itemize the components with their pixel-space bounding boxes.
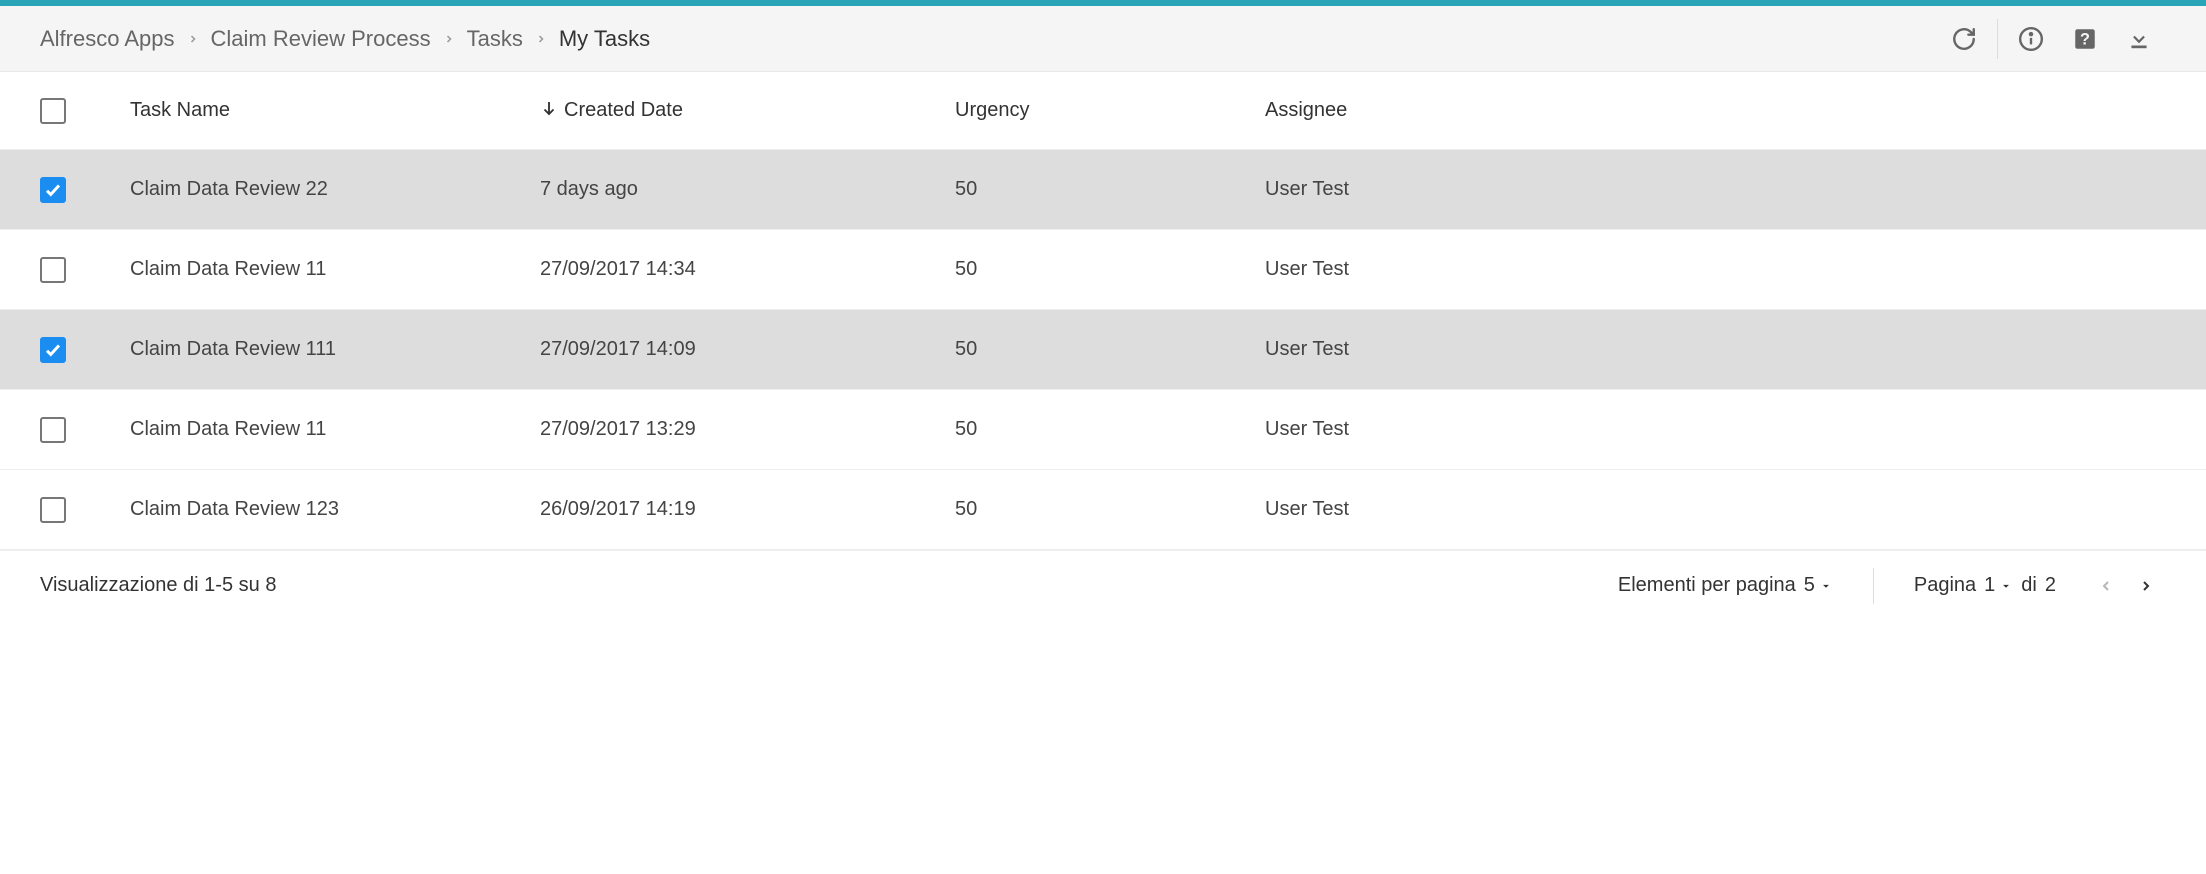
cell-assignee: User Test <box>1265 258 2166 281</box>
header: Alfresco Apps Claim Review Process Tasks… <box>0 6 2206 72</box>
pagination-controls: Elementi per pagina 5 Pagina 1 di 2 <box>1618 566 2166 606</box>
cell-urgency: 50 <box>955 498 1265 521</box>
items-per-page-label: Elementi per pagina <box>1618 574 1796 597</box>
next-page-button[interactable] <box>2126 566 2166 606</box>
cell-task-name: Claim Data Review 22 <box>130 178 540 201</box>
cell-created-date: 27/09/2017 14:34 <box>540 258 955 281</box>
row-checkbox[interactable] <box>40 177 66 203</box>
info-button[interactable] <box>2004 12 2058 66</box>
table-row[interactable]: Claim Data Review 22 7 days ago 50 User … <box>0 150 2206 230</box>
row-checkbox[interactable] <box>40 257 66 283</box>
cell-created-date: 7 days ago <box>540 178 955 201</box>
cell-urgency: 50 <box>955 418 1265 441</box>
items-per-page-value: 5 <box>1804 574 1815 597</box>
help-button[interactable]: ? <box>2058 12 2112 66</box>
caret-down-icon <box>1999 579 2013 593</box>
row-checkbox[interactable] <box>40 417 66 443</box>
breadcrumb-my-tasks: My Tasks <box>559 26 650 52</box>
cell-task-name: Claim Data Review 123 <box>130 498 540 521</box>
cell-assignee: User Test <box>1265 498 2166 521</box>
column-urgency[interactable]: Urgency <box>955 99 1265 122</box>
select-all-checkbox[interactable] <box>40 98 66 124</box>
tasks-table: Task Name Created Date Urgency Assignee … <box>0 72 2206 550</box>
cell-created-date: 27/09/2017 14:09 <box>540 338 955 361</box>
breadcrumb: Alfresco Apps Claim Review Process Tasks… <box>40 26 650 52</box>
divider <box>1997 19 1998 59</box>
table-header: Task Name Created Date Urgency Assignee <box>0 72 2206 150</box>
page-label: Pagina <box>1914 574 1976 597</box>
pagination-summary: Visualizzazione di 1-5 su 8 <box>40 574 276 597</box>
chevron-right-icon <box>535 33 547 45</box>
column-assignee[interactable]: Assignee <box>1265 99 2166 122</box>
items-per-page: Elementi per pagina 5 <box>1618 574 1833 597</box>
cell-task-name: Claim Data Review 11 <box>130 258 540 281</box>
cell-urgency: 50 <box>955 338 1265 361</box>
page-value: 1 <box>1984 574 1995 597</box>
cell-urgency: 50 <box>955 178 1265 201</box>
column-created-date-label: Created Date <box>564 99 683 122</box>
cell-task-name: Claim Data Review 11 <box>130 418 540 441</box>
refresh-button[interactable] <box>1937 12 1991 66</box>
header-actions: ? <box>1937 12 2166 66</box>
breadcrumb-alfresco-apps[interactable]: Alfresco Apps <box>40 26 175 52</box>
chevron-right-icon <box>443 33 455 45</box>
table-row[interactable]: Claim Data Review 123 26/09/2017 14:19 5… <box>0 470 2206 550</box>
items-per-page-select[interactable]: 5 <box>1804 574 1833 597</box>
cell-created-date: 27/09/2017 13:29 <box>540 418 955 441</box>
page-nav <box>2086 566 2166 606</box>
page-select[interactable]: 1 <box>1984 574 2013 597</box>
row-checkbox[interactable] <box>40 337 66 363</box>
breadcrumb-claim-review-process[interactable]: Claim Review Process <box>211 26 431 52</box>
row-checkbox[interactable] <box>40 497 66 523</box>
sort-desc-icon <box>540 99 558 123</box>
page-total: 2 <box>2045 574 2056 597</box>
cell-assignee: User Test <box>1265 418 2166 441</box>
cell-assignee: User Test <box>1265 178 2166 201</box>
chevron-right-icon <box>187 33 199 45</box>
table-row[interactable]: Claim Data Review 11 27/09/2017 13:29 50… <box>0 390 2206 470</box>
prev-page-button[interactable] <box>2086 566 2126 606</box>
breadcrumb-tasks[interactable]: Tasks <box>467 26 523 52</box>
divider <box>1873 568 1874 604</box>
page-of-label: di <box>2021 574 2037 597</box>
table-row[interactable]: Claim Data Review 111 27/09/2017 14:09 5… <box>0 310 2206 390</box>
column-created-date[interactable]: Created Date <box>540 99 955 123</box>
pagination-footer: Visualizzazione di 1-5 su 8 Elementi per… <box>0 550 2206 620</box>
cell-created-date: 26/09/2017 14:19 <box>540 498 955 521</box>
cell-assignee: User Test <box>1265 338 2166 361</box>
table-row[interactable]: Claim Data Review 11 27/09/2017 14:34 50… <box>0 230 2206 310</box>
page-of: Pagina 1 di 2 <box>1914 574 2056 597</box>
svg-text:?: ? <box>2080 30 2090 48</box>
download-button[interactable] <box>2112 12 2166 66</box>
column-task-name[interactable]: Task Name <box>130 99 540 122</box>
caret-down-icon <box>1819 579 1833 593</box>
cell-urgency: 50 <box>955 258 1265 281</box>
cell-task-name: Claim Data Review 111 <box>130 338 540 361</box>
